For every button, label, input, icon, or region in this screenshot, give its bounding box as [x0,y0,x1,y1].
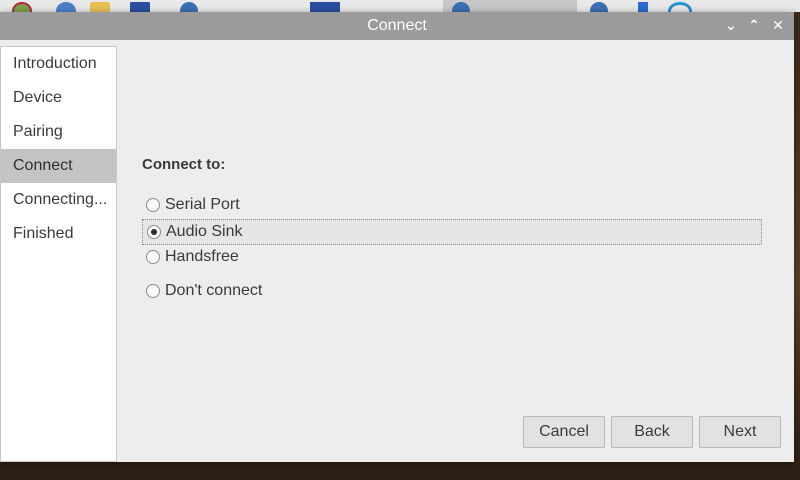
radio-serial-port[interactable]: Serial Port [142,193,762,219]
sidebar-item-introduction: Introduction [13,55,97,72]
sidebar-item-finished: Finished [13,225,74,242]
main-content: Connect to: Serial Port Audio Sink Hands… [118,40,794,462]
cancel-button[interactable]: Cancel [523,416,605,448]
bluetooth-app-icon[interactable] [590,2,608,12]
title-bar[interactable]: Connect ⌄ ⌃ ✕ [0,12,794,40]
radio-label: Serial Port [165,196,240,213]
back-button[interactable]: Back [611,416,693,448]
sidebar-item-device: Device [13,89,62,106]
connect-dialog: Connect ⌄ ⌃ ✕ Introduction Device Pairin… [0,12,794,462]
radio-dont-connect[interactable]: Don't connect [142,279,762,305]
minimize-icon[interactable]: ⌄ [721,16,741,36]
radio-label: Handsfree [165,248,239,265]
terminal-icon[interactable] [130,2,150,12]
wifi-icon[interactable] [668,2,692,12]
radio-button[interactable] [147,225,161,239]
radio-audio-sink[interactable]: Audio Sink [142,219,762,245]
next-button[interactable]: Next [699,416,781,448]
sidebar-item-pairing: Pairing [13,123,63,140]
radio-label: Don't connect [165,282,263,299]
radio-label: Audio Sink [166,223,243,240]
bluetooth-app-icon[interactable] [180,2,198,12]
taskbar-window-button[interactable] [310,2,340,12]
raspberry-pi-menu-icon[interactable] [12,2,32,12]
taskbar [0,0,800,12]
wizard-steps-sidebar: Introduction Device Pairing Connect Conn… [0,46,117,462]
connect-to-label: Connect to: [142,156,226,173]
file-manager-icon[interactable] [90,2,110,12]
close-icon[interactable]: ✕ [768,16,788,36]
window-title: Connect [367,17,427,34]
radio-button[interactable] [146,284,160,298]
radio-handsfree[interactable]: Handsfree [142,245,762,271]
sidebar-item-connect: Connect [1,149,116,183]
maximize-icon[interactable]: ⌃ [744,16,764,36]
radio-button[interactable] [146,250,160,264]
sidebar-item-connecting: Connecting... [13,191,108,208]
web-browser-icon[interactable] [56,2,76,12]
radio-button[interactable] [146,198,160,212]
bluetooth-icon[interactable] [638,2,648,12]
